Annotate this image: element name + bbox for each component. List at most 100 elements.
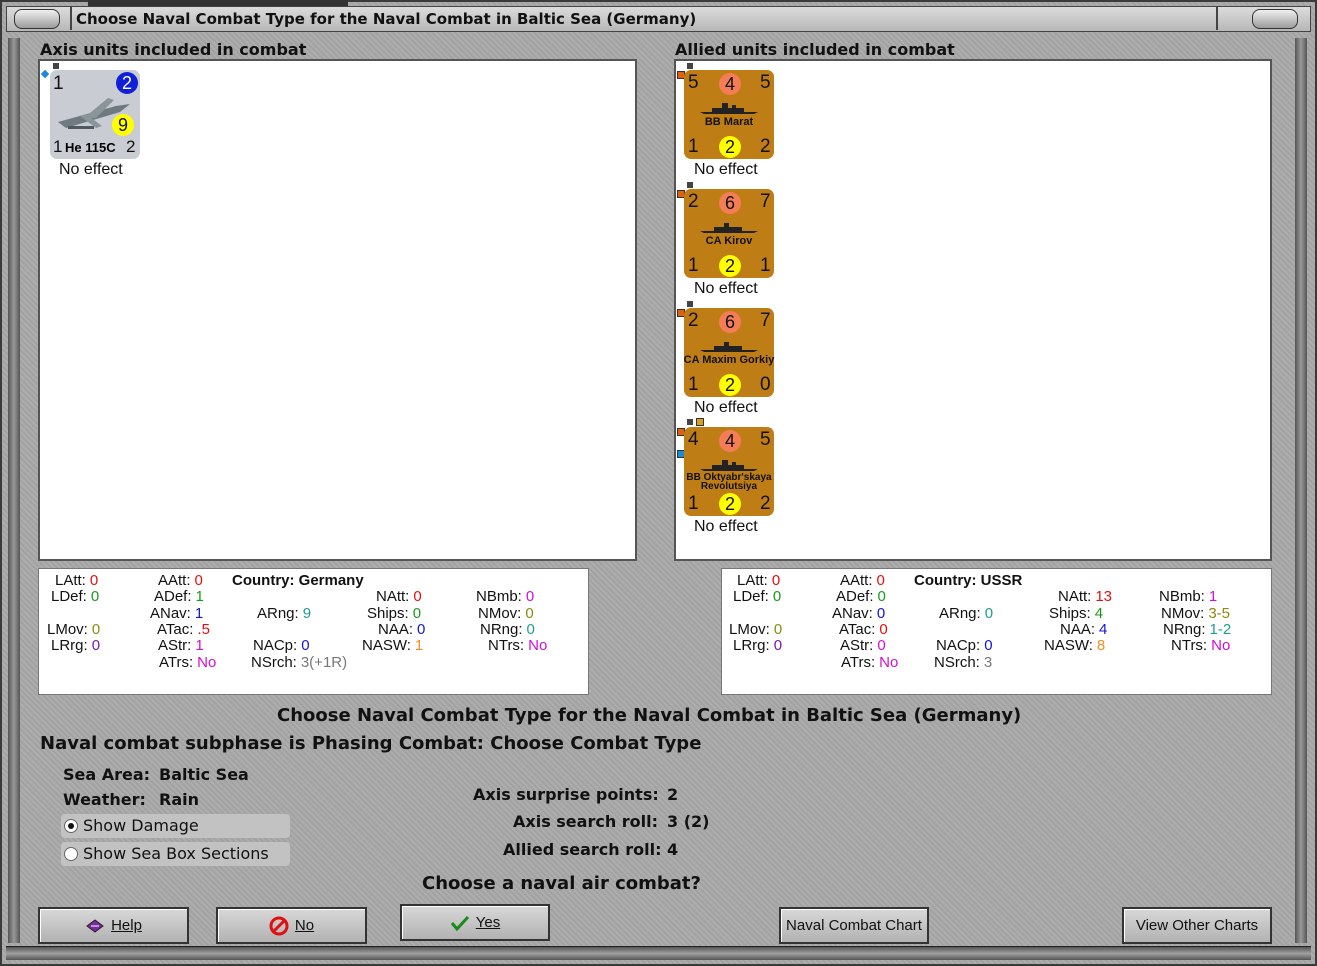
counter-unit-name: He 115C (65, 140, 116, 155)
stat-natt: NAtt: 0 (376, 588, 422, 605)
allied-unit-counter[interactable]: 2 6 7 CA Kirov 1 2 1 (684, 189, 774, 278)
sea-area-value: Baltic Sea (159, 765, 249, 784)
stat-naa: NAA: 0 (378, 621, 426, 638)
stat-lmov: LMov: 0 (729, 621, 783, 638)
weather-value: Rain (159, 790, 199, 809)
stat-nasw: NASW: 1 (362, 637, 424, 654)
counter-unit-name: BB Marat (704, 116, 754, 128)
axis-surprise-label: Axis surprise points: (473, 785, 659, 804)
unit-marker-icon (686, 418, 694, 426)
show-damage-option[interactable]: Show Damage (61, 814, 290, 838)
counter-bottom-right: 2 (760, 493, 771, 514)
help-button[interactable]: Help (38, 907, 189, 944)
view-other-charts-button[interactable]: View Other Charts (1122, 907, 1272, 944)
counter-unit-name: CA Maxim Gorkiy (683, 354, 775, 366)
window-title: Choose Naval Combat Type for the Naval C… (76, 10, 697, 28)
allied-unit-counter[interactable]: 4 4 5 BB Oktyabr'skaya Revolutsiya 1 2 2 (684, 427, 774, 516)
stat-nmov: NMov: 3-5 (1161, 605, 1231, 622)
counter-bottom-left: 1 (688, 136, 699, 157)
naval-combat-chart-button[interactable]: Naval Combat Chart (779, 907, 929, 944)
combat-heading: Choose Naval Combat Type for the Naval C… (277, 705, 1022, 726)
show-sea-box-radio[interactable] (64, 847, 78, 861)
counter-bottom-left: 1 (688, 493, 699, 514)
stat-nrng: NRng: 1-2 (1163, 621, 1232, 638)
counter-top-right: 7 (760, 191, 771, 212)
show-damage-radio[interactable] (64, 819, 78, 833)
counter-top-center: 6 (719, 192, 741, 214)
cruiser-icon (700, 342, 758, 352)
seaplane-icon (58, 98, 130, 129)
unit-marker-icon (686, 300, 694, 308)
axis-surprise-value: 2 (667, 785, 679, 804)
allied-search-label: Allied search roll: (503, 840, 662, 859)
counter-top-center: 6 (719, 311, 741, 333)
view-other-charts-label: View Other Charts (1135, 917, 1259, 934)
counter-top-left: 2 (688, 191, 699, 212)
stat-atac: ATac: 0 (839, 621, 888, 638)
stat-adef: ADef: 1 (154, 588, 204, 605)
axis-search-value: 3 (2) (667, 812, 710, 831)
cruiser-icon (700, 223, 758, 233)
counter-top-left: 5 (688, 72, 699, 93)
stat-nbmb: NBmb: 1 (1159, 588, 1218, 605)
weather-label: Weather: (63, 790, 146, 809)
allied-unit-counter[interactable]: 2 6 7 CA Maxim Gorkiy 1 2 0 (684, 308, 774, 397)
no-entry-icon (269, 916, 289, 936)
allied-unit-counter[interactable]: 5 4 5 BB Marat 1 2 2 (684, 70, 774, 159)
stat-anav: ANav: 0 (832, 605, 886, 622)
stat-nsrch: NSrch: 3(+1R) (251, 654, 348, 671)
close-button[interactable] (1252, 9, 1298, 29)
stat-naa: NAA: 4 (1060, 621, 1108, 638)
stat-ldef: LDef: 0 (51, 588, 100, 605)
no-button[interactable]: No (216, 907, 367, 944)
counter-unit-name: CA Kirov (705, 235, 753, 247)
counter-bottom-right: 2 (126, 137, 136, 156)
axis-unit-counter[interactable]: 1 2 9 1 He 115C 2 (50, 70, 140, 159)
counter-top-center: 4 (719, 73, 741, 95)
yes-button[interactable]: Yes (400, 904, 550, 941)
counter-bottom-right: 2 (760, 136, 771, 157)
stat-latt: LAtt: 0 (737, 572, 781, 589)
stat-anav: ANav: 1 (150, 605, 204, 622)
stat-ntrs: NTrs: No (1171, 637, 1231, 654)
stat-adef: ADef: 0 (836, 588, 886, 605)
stat-nrng: NRng: 0 (480, 621, 535, 638)
show-sea-box-label: Show Sea Box Sections (83, 844, 269, 863)
country-label: Country: Germany (232, 572, 364, 589)
axis-search-label: Axis search roll: (513, 812, 659, 831)
subphase-text: Naval combat subphase is Phasing Combat:… (40, 733, 702, 754)
stat-nacp: NACp: 0 (253, 637, 310, 654)
counter-bottom-left: 1 (688, 255, 699, 276)
axis-units-heading: Axis units included in combat (40, 40, 307, 59)
country-label: Country: USSR (914, 572, 1023, 589)
counter-unit-name: BB Oktyabr'skaya Revolutsiya (686, 472, 772, 492)
allied-units-heading: Allied units included in combat (675, 40, 955, 59)
counter-bottom-center: 2 (719, 374, 741, 396)
sea-area-label: Sea Area: (63, 765, 151, 784)
show-sea-box-option[interactable]: Show Sea Box Sections (61, 842, 290, 866)
stat-atrs: ATrs: No (159, 654, 217, 671)
stat-ldef: LDef: 0 (733, 588, 782, 605)
counter-bottom-right: 1 (760, 255, 771, 276)
stat-nmov: NMov: 0 (478, 605, 534, 622)
stat-ships: Ships: 4 (1049, 605, 1104, 622)
stat-nbmb: NBmb: 0 (476, 588, 535, 605)
stat-latt: LAtt: 0 (55, 572, 99, 589)
counter-top-center: 4 (719, 430, 741, 452)
counter-bottom-center: 2 (719, 136, 741, 158)
show-damage-label: Show Damage (83, 816, 199, 835)
allied-unit-effect: No effect (694, 280, 758, 297)
counter-top-right: 2 (116, 72, 138, 94)
counter-top-left: 2 (688, 310, 699, 331)
counter-bottom-left: 1 (53, 137, 63, 156)
unit-marker-icon (686, 62, 694, 70)
counter-top-right: 7 (760, 310, 771, 331)
stat-arng: ARng: 9 (257, 605, 312, 622)
system-menu-button[interactable] (14, 9, 60, 29)
bottom-frame-rail (6, 946, 1311, 960)
stat-atrs: ATrs: No (841, 654, 899, 671)
checkmark-icon (450, 916, 469, 932)
stat-ntrs: NTrs: No (488, 637, 548, 654)
stat-lmov: LMov: 0 (47, 621, 101, 638)
allied-unit-effect: No effect (694, 518, 758, 535)
